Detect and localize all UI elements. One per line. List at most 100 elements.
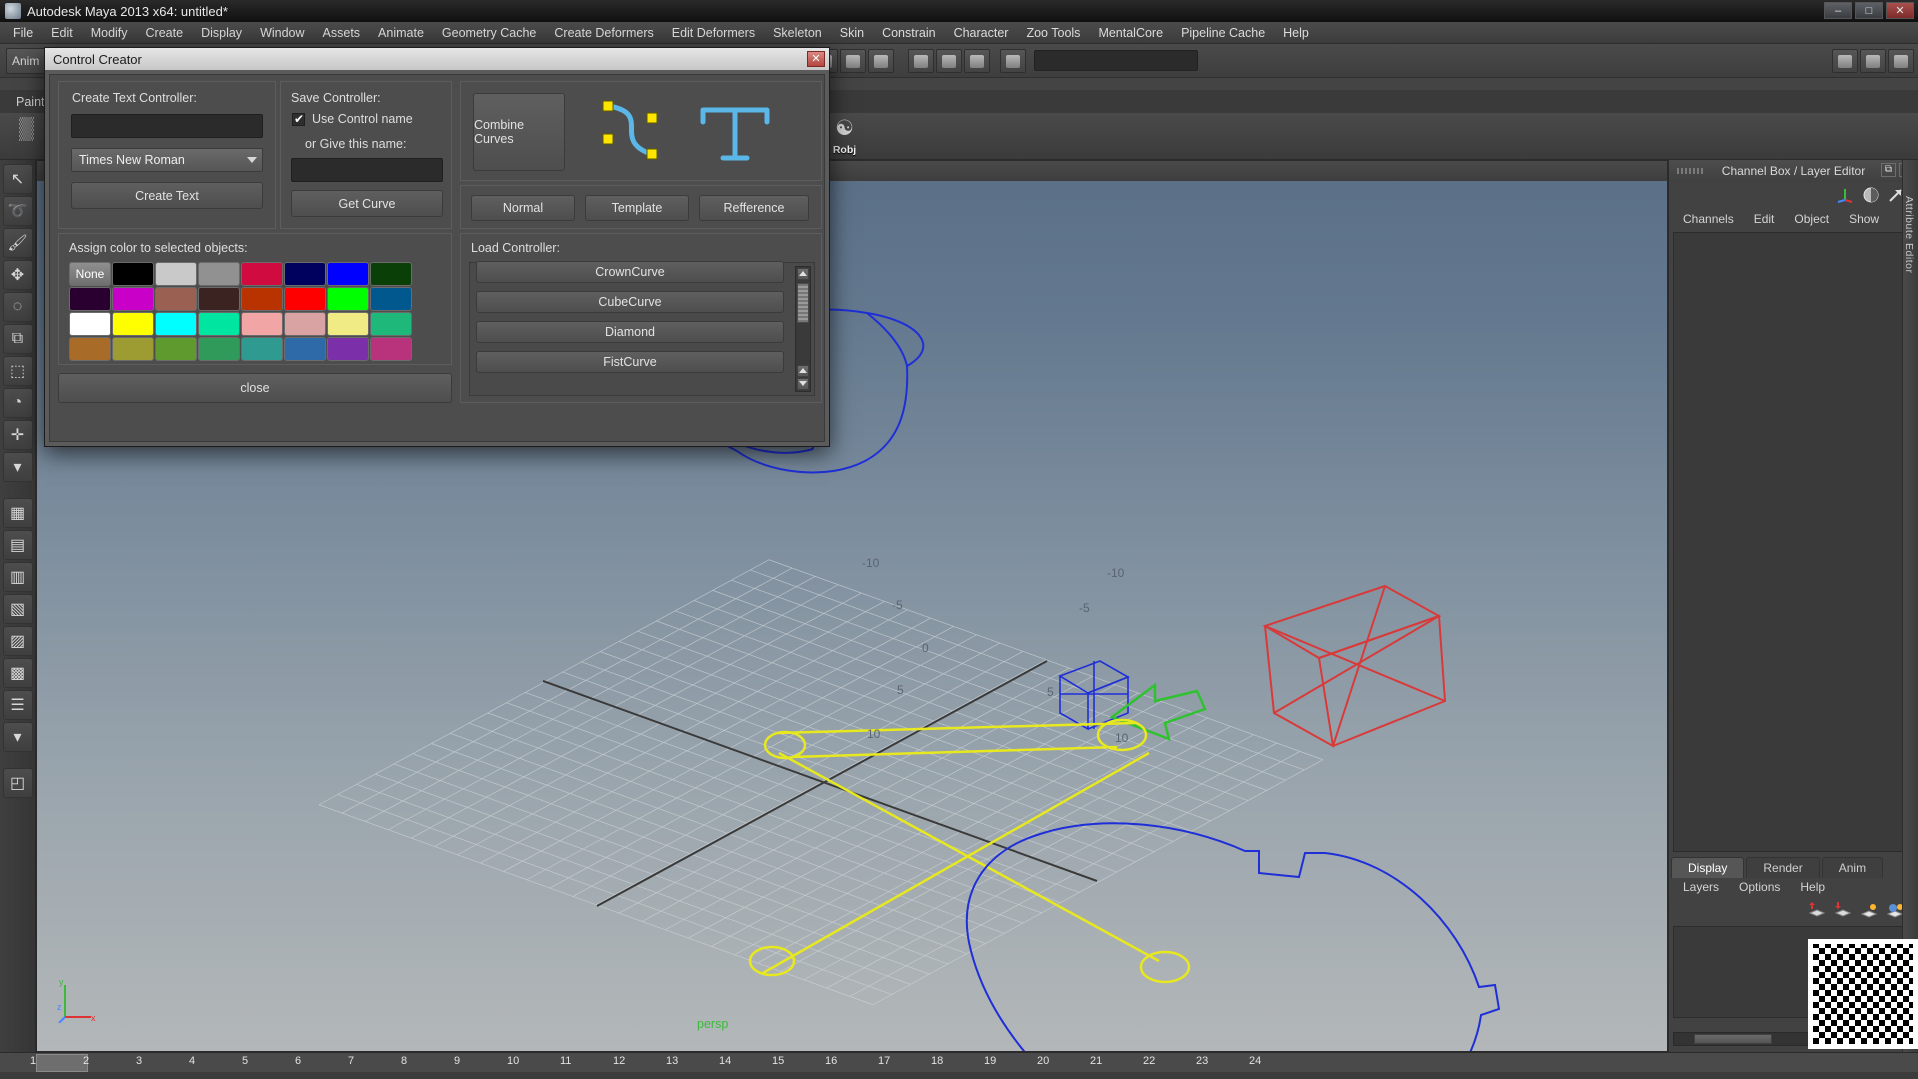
color-swatch-1-4[interactable]: [241, 287, 283, 311]
template-button[interactable]: Template: [585, 195, 689, 221]
layout-hypershade[interactable]: ▧: [2, 594, 33, 624]
menu-create-deformers[interactable]: Create Deformers: [545, 24, 662, 42]
shelf-button-mesh-grid-icon[interactable]: ▒: [6, 115, 47, 157]
timeline-frame-24[interactable]: 24: [1249, 1055, 1261, 1067]
scale-tool[interactable]: ⧉: [2, 324, 33, 354]
color-swatch-1-1[interactable]: [112, 287, 154, 311]
layout-custom[interactable]: ▾: [2, 722, 33, 752]
checkbox-checked-icon[interactable]: [292, 112, 305, 126]
channel-box-content[interactable]: [1673, 232, 1915, 852]
text-controller-input[interactable]: [71, 114, 263, 138]
layer-menu-layers[interactable]: Layers: [1683, 880, 1719, 894]
scroll-up-arrow-2-icon[interactable]: [797, 365, 809, 377]
text-t-preview-icon[interactable]: [693, 94, 779, 170]
control-creator-close-button[interactable]: ✕: [807, 51, 825, 67]
paint-select-tool[interactable]: 🖌: [2, 228, 33, 258]
menu-mentalcore[interactable]: MentalCore: [1089, 24, 1172, 42]
use-control-name-checkbox[interactable]: Use Control name: [292, 112, 442, 129]
controller-name-input[interactable]: [291, 158, 443, 182]
menu-character[interactable]: Character: [945, 24, 1018, 42]
timeline-frame-18[interactable]: 18: [931, 1055, 943, 1067]
minimize-button[interactable]: –: [1824, 2, 1852, 19]
timeline-frame-6[interactable]: 6: [295, 1055, 301, 1067]
scroll-up-arrow-icon[interactable]: [797, 268, 809, 280]
color-swatch-3-6[interactable]: [327, 337, 369, 361]
color-swatch-2-2[interactable]: [155, 312, 197, 336]
universal-manipulator-tool[interactable]: ⬚: [2, 356, 33, 386]
color-swatch-0-1[interactable]: [155, 262, 197, 286]
menu-skeleton[interactable]: Skeleton: [764, 24, 831, 42]
color-swatch-1-2[interactable]: [155, 287, 197, 311]
load-controller-list[interactable]: CrownCurve CubeCurve Diamond FistCurve: [469, 261, 815, 396]
main-menubar[interactable]: File Edit Modify Create Display Window Assets A…: [0, 22, 1918, 44]
scrollbar-thumb[interactable]: [1694, 1034, 1772, 1044]
color-swatch-3-3[interactable]: [198, 337, 240, 361]
show-attribute-editor-button[interactable]: [1888, 49, 1914, 73]
timeline-frame-4[interactable]: 4: [189, 1055, 195, 1067]
channelbox-menu-edit[interactable]: Edit: [1754, 212, 1775, 226]
layout-four-view[interactable]: ▦: [2, 498, 33, 528]
layer-editor-tabs[interactable]: Display Render Anim: [1671, 857, 1884, 878]
color-swatch-3-2[interactable]: [155, 337, 197, 361]
close-dialog-button[interactable]: close: [58, 373, 452, 403]
color-swatch-2-7[interactable]: [370, 312, 412, 336]
color-swatch-1-7[interactable]: [370, 287, 412, 311]
menu-edit-deformers[interactable]: Edit Deformers: [663, 24, 764, 42]
refference-button[interactable]: Refference: [699, 195, 809, 221]
menu-display[interactable]: Display: [192, 24, 251, 42]
load-controller-scrollbar[interactable]: [795, 266, 811, 392]
timeline-frame-5[interactable]: 5: [242, 1055, 248, 1067]
timeline-frame-13[interactable]: 13: [666, 1055, 678, 1067]
timeline-frame-8[interactable]: 8: [401, 1055, 407, 1067]
color-swatch-1-5[interactable]: [284, 287, 326, 311]
timeline-frame-23[interactable]: 23: [1196, 1055, 1208, 1067]
soft-modification-tool[interactable]: ◔: [2, 388, 33, 418]
timeline-frame-17[interactable]: 17: [878, 1055, 890, 1067]
layer-menu-options[interactable]: Options: [1739, 880, 1780, 894]
paint-bucket-tool[interactable]: ◰: [2, 768, 33, 798]
color-swatch-2-1[interactable]: [112, 312, 154, 336]
load-controller-cubecurve[interactable]: CubeCurve: [476, 291, 784, 313]
layout-graph-editor[interactable]: ▨: [2, 626, 33, 656]
layer-editor-menubar[interactable]: Layers Options Help: [1683, 880, 1825, 894]
new-layer-up-icon[interactable]: [1808, 902, 1826, 918]
caret-button[interactable]: [1000, 49, 1026, 73]
panel-grip-icon[interactable]: [1677, 168, 1705, 174]
timeline-frame-22[interactable]: 22: [1143, 1055, 1155, 1067]
get-curve-button[interactable]: Get Curve: [291, 190, 443, 217]
attribute-editor-strip[interactable]: Attribute Editor: [1902, 160, 1918, 1052]
render-settings-button[interactable]: [868, 49, 894, 73]
color-swatch-3-0[interactable]: [69, 337, 111, 361]
color-swatch-0-3[interactable]: [241, 262, 283, 286]
color-swatch-1-0[interactable]: [69, 287, 111, 311]
scroll-down-arrow-icon[interactable]: [797, 378, 809, 390]
timeline-frame-2[interactable]: 2: [83, 1055, 89, 1067]
color-swatch-2-4[interactable]: [241, 312, 283, 336]
timeline-frame-7[interactable]: 7: [348, 1055, 354, 1067]
load-controller-diamond[interactable]: Diamond: [476, 321, 784, 343]
create-text-button[interactable]: Create Text: [71, 182, 263, 209]
menu-edit[interactable]: Edit: [42, 24, 82, 42]
menu-modify[interactable]: Modify: [82, 24, 137, 42]
transform-axes-icon[interactable]: [1836, 186, 1854, 204]
menu-window[interactable]: Window: [251, 24, 313, 42]
range-slider[interactable]: [0, 1072, 1918, 1079]
shelf-button-Robj[interactable]: ☯ Robj: [824, 115, 865, 157]
menu-file[interactable]: File: [4, 24, 42, 42]
color-swatch-3-5[interactable]: [284, 337, 326, 361]
combine-curves-button[interactable]: Combine Curves: [473, 93, 565, 171]
menu-pipeline-cache[interactable]: Pipeline Cache: [1172, 24, 1274, 42]
menu-geometry-cache[interactable]: Geometry Cache: [433, 24, 545, 42]
construction-history-button[interactable]: [908, 49, 934, 73]
control-creator-dialog[interactable]: Control Creator ✕ Create Text Controller…: [44, 47, 830, 447]
timeline-frame-20[interactable]: 20: [1037, 1055, 1049, 1067]
close-window-button[interactable]: ✕: [1886, 2, 1914, 19]
lasso-tool[interactable]: ➰: [2, 196, 33, 226]
layer-menu-help[interactable]: Help: [1800, 880, 1825, 894]
sphere-shading-icon[interactable]: [1863, 187, 1879, 203]
color-swatch-none[interactable]: None: [69, 262, 111, 286]
color-swatch-2-5[interactable]: [284, 312, 326, 336]
timeline-frame-10[interactable]: 10: [507, 1055, 519, 1067]
rotate-tool[interactable]: ◌: [2, 292, 33, 322]
show-layer-editor-button[interactable]: [1860, 49, 1886, 73]
